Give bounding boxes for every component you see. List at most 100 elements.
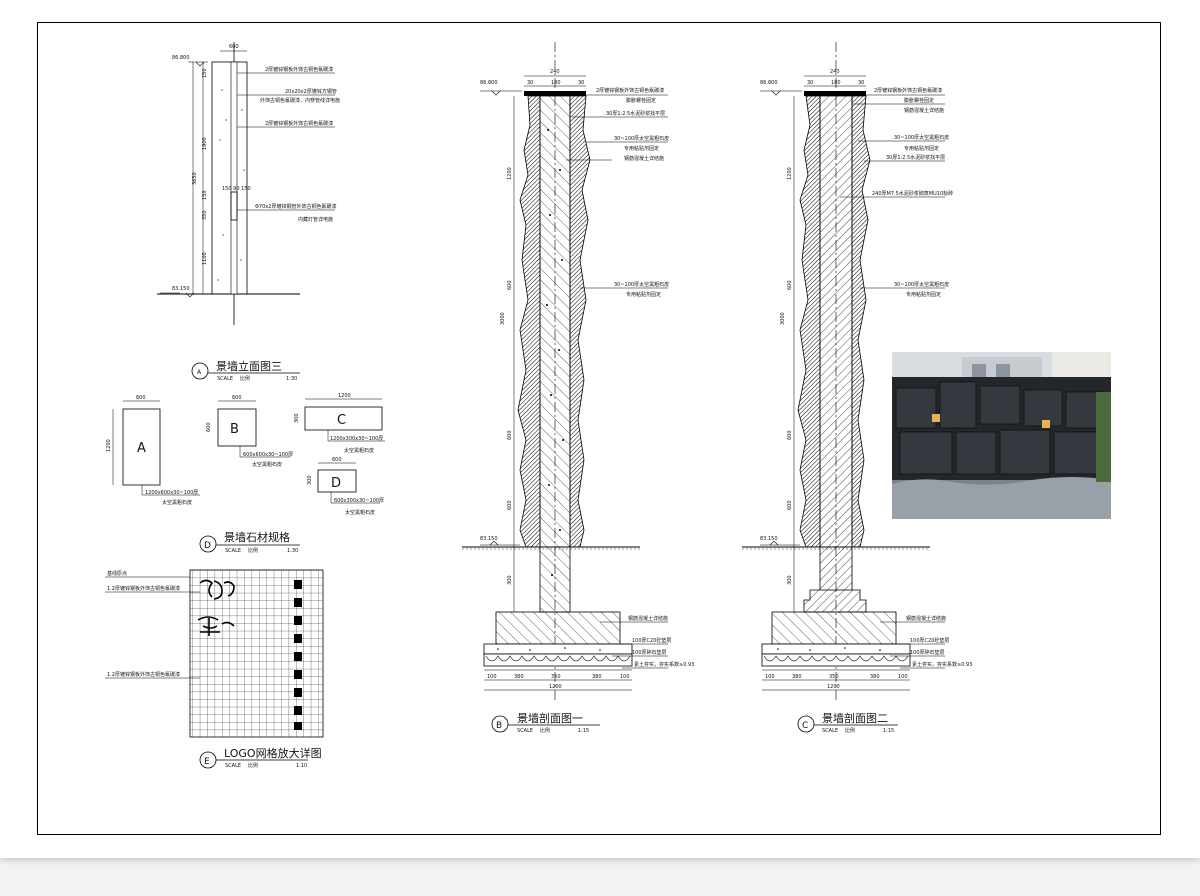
- note-e-3: 1.2厚镀锌钢板外饰古铜色氟碳漆: [107, 671, 180, 678]
- dim-c-top-1: 30: [807, 80, 813, 86]
- note-b-12: 素土夯实，夯实系数≥0.93: [634, 661, 694, 668]
- view-c-scale-cn: 比例: [845, 727, 855, 734]
- dim-b-top-3: 30: [578, 80, 584, 86]
- note-b-5: 专用粘贴剂固定: [624, 145, 659, 152]
- dim-a-4: 150: [202, 190, 208, 200]
- block-d-note2: 太空黑粗石皮: [345, 509, 375, 516]
- dim-c-bot-2: 380: [792, 674, 802, 680]
- dim-c-top-3: 30: [858, 80, 864, 86]
- dim-c-v5: 600: [787, 500, 793, 510]
- block-c-note2: 太空黑粗石皮: [344, 447, 374, 454]
- note-a-4: 2厚镀锌钢板外饰古铜色氟碳漆: [265, 120, 333, 127]
- note-a-1: 2厚镀锌钢板外饰古铜色氟碳漆: [265, 66, 333, 73]
- level-bottom-c: 83.150: [760, 536, 778, 542]
- view-d-title: 景墙石材规格: [224, 530, 290, 544]
- dim-b-bot-5: 100: [620, 674, 630, 680]
- note-c-12: 100厚碎石垫层: [910, 649, 945, 656]
- view-a-elevation: 86.800 83.150 150 1900 3650 150 350 1100…: [157, 42, 340, 382]
- view-e-title: LOGO网格放大详图: [224, 746, 322, 760]
- block-b-h: 600: [206, 422, 212, 432]
- view-b-scale-label: SCALE: [517, 728, 533, 734]
- block-b-note2: 太空黑粗石皮: [252, 461, 282, 468]
- dim-a-2: 1900: [202, 137, 208, 150]
- dim-c-v4: 600: [787, 430, 793, 440]
- block-d-note1: 600x300x30~100厚: [334, 498, 384, 504]
- note-c-1: 2厚镀锌钢板外饰古铜色氟碳漆: [874, 87, 942, 94]
- dim-b-bot-3: 350: [551, 674, 561, 680]
- note-b-6: 钢筋混凝土详结施: [624, 155, 664, 162]
- note-b-11: 100厚碎石垫层: [632, 649, 667, 656]
- view-e-scale-label: SCALE: [225, 763, 241, 769]
- dim-c-v1: 1200: [787, 167, 793, 180]
- dim-a-mid: 150 90 150: [222, 186, 251, 192]
- dim-a-5: 350: [202, 210, 208, 220]
- note-b-7: 30~100厚太空黑粗石皮: [614, 281, 669, 288]
- note-e-2: 1.2厚镀锌钢板外饰古铜色氟碳漆: [107, 585, 180, 592]
- dim-b-bot-4: 380: [592, 674, 602, 680]
- view-d-scale-cn: 比例: [248, 547, 258, 554]
- dim-b-total: 240: [550, 69, 560, 75]
- dim-a-1: 150: [202, 68, 208, 78]
- block-c-w: 1200: [338, 393, 351, 399]
- view-b-title: 景墙剖面图一: [517, 711, 583, 725]
- view-b-section: 30 180 30 240 86.800 83.150 1200 600 300…: [462, 42, 694, 734]
- dim-b-v1: 1200: [507, 167, 513, 180]
- reference-photo-icon: [892, 352, 1111, 519]
- view-e-scale-cn: 比例: [248, 762, 258, 769]
- view-a-scale-label: SCALE: [217, 376, 233, 382]
- note-b-2: 膨胀螺栓固定: [626, 97, 656, 104]
- view-a-title: 景墙立面图三: [216, 359, 282, 373]
- block-a-note1: 1200x600x30~100厚: [145, 490, 198, 496]
- dim-b-v2: 600: [507, 280, 513, 290]
- note-b-8: 专用粘贴剂固定: [626, 291, 661, 298]
- dim-b-top-1: 30: [527, 80, 533, 86]
- block-d-h: 300: [307, 475, 313, 485]
- dim-c-v3: 3000: [780, 312, 786, 325]
- view-c-scale-value: 1:15: [883, 728, 894, 734]
- note-a-5: Φ70x2厚镀锌钢管外饰古铜色氟碳漆: [255, 203, 336, 210]
- note-c-4: 30~100厚太空黑粗石皮: [894, 134, 949, 141]
- dim-c-total: 240: [830, 69, 840, 75]
- view-e-scale-value: 1:10: [296, 763, 307, 769]
- view-b-scale-cn: 比例: [540, 727, 550, 734]
- note-b-10: 100厚C20砼垫层: [632, 637, 671, 644]
- note-c-9: 专用粘贴剂固定: [906, 291, 941, 298]
- block-a-letter: A: [137, 441, 146, 456]
- dim-c-bot-4: 380: [870, 674, 880, 680]
- dim-b-bot-2: 380: [514, 674, 524, 680]
- view-b-scale-value: 1:15: [578, 728, 589, 734]
- dim-b-v6: 300: [507, 575, 513, 585]
- dim-a-6: 1100: [202, 252, 208, 265]
- dim-c-bot-1: 100: [765, 674, 775, 680]
- dim-a-top: 600: [229, 44, 239, 50]
- dim-c-v6: 300: [787, 575, 793, 585]
- block-b-letter: B: [230, 422, 239, 437]
- view-a-marker: A: [197, 369, 202, 376]
- note-c-8: 30~100厚太空黑粗石皮: [894, 281, 949, 288]
- note-c-2: 膨胀螺栓固定: [904, 97, 934, 104]
- block-b-w: 600: [232, 395, 242, 401]
- block-b-note1: 600x600x30~100厚: [243, 452, 293, 458]
- view-c-marker: C: [802, 721, 808, 731]
- view-c-title: 景墙剖面图二: [822, 711, 888, 725]
- note-c-10: 钢筋混凝土详结施: [906, 615, 946, 622]
- note-c-11: 100厚C20砼垫层: [910, 637, 949, 644]
- block-a-h: 1200: [106, 439, 112, 452]
- view-d-stone-specs: 600 1200 A 1200x600x30~100厚 太空黑粗石皮 600 6…: [106, 393, 385, 554]
- dim-b-v5: 600: [507, 500, 513, 510]
- note-c-7: 240厚M7.5水泥砂浆砌筑MU10标砖: [872, 190, 953, 197]
- note-c-3: 钢筋混凝土详结施: [904, 107, 944, 114]
- block-a-note2: 太空黑粗石皮: [162, 499, 192, 506]
- dim-b-v3: 3000: [500, 312, 506, 325]
- level-bottom-a: 83.150: [172, 286, 190, 292]
- level-top-c: 86.800: [760, 80, 778, 86]
- note-a-6: 内藏灯管详电施: [298, 216, 333, 223]
- block-c-note1: 1200x300x30~100厚: [330, 436, 383, 442]
- dim-c-top-2: 180: [831, 80, 841, 86]
- level-top-a: 86.800: [172, 55, 190, 61]
- view-b-marker: B: [496, 721, 502, 731]
- dim-a-3: 3650: [192, 172, 198, 185]
- block-c-letter: C: [337, 413, 346, 428]
- view-d-scale-value: 1:30: [287, 548, 298, 554]
- view-a-scale-value: 1:30: [286, 376, 297, 382]
